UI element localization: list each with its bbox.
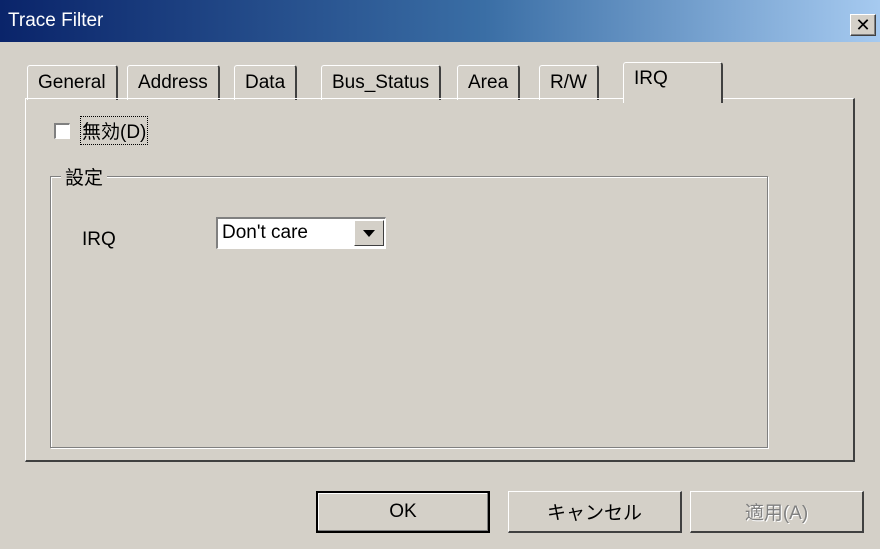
irq-select[interactable]: Don't care [216, 217, 386, 249]
window-title: Trace Filter [8, 10, 104, 31]
ok-button[interactable]: OK [316, 491, 490, 533]
apply-button[interactable]: 適用(A) [690, 491, 864, 533]
cancel-button[interactable]: キャンセル [508, 491, 682, 533]
tab-area[interactable]: Area [457, 65, 521, 100]
title-bar[interactable]: Trace Filter ✕ [0, 0, 880, 42]
tab-irq[interactable]: IRQ [623, 62, 723, 103]
irq-select-value: Don't care [222, 222, 309, 243]
irq-select-dropdown-button[interactable] [354, 220, 384, 246]
tab-data[interactable]: Data [234, 65, 298, 100]
tab-address[interactable]: Address [127, 65, 220, 100]
close-button[interactable]: ✕ [850, 14, 876, 36]
disable-checkbox[interactable] [54, 122, 70, 139]
disable-checkbox-label[interactable]: 無効(D) [80, 116, 149, 145]
tab-bus-status[interactable]: Bus_Status [321, 65, 442, 100]
tab-rw[interactable]: R/W [539, 65, 599, 100]
disable-checkbox-row[interactable]: 無効(D) [54, 116, 149, 145]
irq-label: IRQ [82, 229, 116, 250]
chevron-down-icon [363, 229, 375, 237]
close-icon: ✕ [855, 15, 871, 35]
settings-group-title: 設定 [61, 163, 108, 190]
trace-filter-dialog: Trace Filter ✕ General Address Data Bus_… [0, 0, 880, 549]
irq-tab-panel: 無効(D) 設定 IRQ Don't care [25, 98, 855, 462]
settings-group: 設定 IRQ Don't care [50, 163, 768, 448]
tab-general[interactable]: General [27, 65, 118, 100]
